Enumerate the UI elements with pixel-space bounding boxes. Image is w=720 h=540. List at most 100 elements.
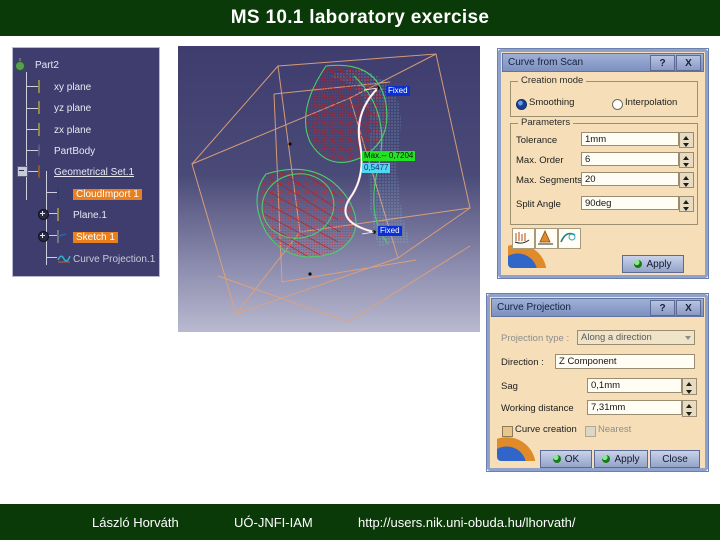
curve-creation-checkbox[interactable]	[502, 426, 513, 437]
help-button[interactable]: ?	[650, 300, 675, 316]
globe-icon	[602, 455, 611, 463]
curve-icon	[57, 253, 71, 265]
tree-item-geometrical-set-1[interactable]: Geometrical Set.1	[38, 163, 134, 181]
tree-expander-geometrical-set[interactable]	[17, 166, 28, 177]
dialog-title: Curve from Scan	[508, 57, 584, 68]
max-order-spinner[interactable]	[679, 152, 694, 168]
tree-connector	[46, 257, 57, 258]
dialog-curve-projection[interactable]: Curve Projection ? X Projection type : A…	[486, 293, 709, 472]
radio-smoothing-label: Smoothing	[529, 97, 575, 108]
direction-field[interactable]: Z Component	[555, 354, 695, 369]
tree-item-sketch-1[interactable]: Sketch 1	[57, 228, 118, 246]
footer-organization: UÓ-JNFI-IAM	[234, 514, 313, 530]
tree-expander-plane1[interactable]	[38, 209, 49, 220]
slide-title-bar: MS 10.1 laboratory exercise	[0, 0, 720, 36]
tolerance-label: Tolerance	[516, 135, 558, 146]
tree-item-yz-plane[interactable]: yz plane	[38, 99, 91, 117]
page-title: MS 10.1 laboratory exercise	[230, 7, 490, 28]
tree-item-partbody[interactable]: PartBody	[38, 142, 95, 160]
dialog-titlebar[interactable]: Curve Projection ? X	[491, 298, 704, 317]
dialog-body: Projection type : Along a direction Dire…	[495, 318, 700, 468]
tolerance-spinner[interactable]	[679, 132, 694, 148]
plane-icon	[57, 208, 70, 221]
tree-item-cloudimport-1[interactable]: CloudImport 1	[57, 185, 142, 203]
apply-button-label: Apply	[614, 453, 640, 465]
specification-tree-panel[interactable]: Part2 xy plane yz plane zx plane PartBod…	[12, 47, 160, 277]
close-dialog-button[interactable]: Close	[650, 450, 700, 468]
dialog-titlebar[interactable]: Curve from Scan ? X	[502, 53, 704, 72]
apply-button[interactable]: Apply	[622, 255, 684, 273]
dialog-curve-from-scan[interactable]: Curve from Scan ? X Creation mode Smooth…	[497, 48, 709, 279]
slide-footer: László Horváth UÓ-JNFI-IAM http://users.…	[0, 504, 720, 540]
radio-interpolation-label: Interpolation	[625, 97, 678, 108]
viewport-annotation-max-deviation: Max.-- 0,7204	[362, 151, 416, 161]
globe-icon	[552, 455, 561, 463]
tree-connector	[26, 86, 38, 87]
scan-segment-icon[interactable]	[535, 228, 558, 249]
viewport-annotation-fixed-bottom: Fixed	[378, 226, 402, 236]
parameters-group-label: Parameters	[518, 117, 574, 128]
plane-icon	[38, 123, 51, 136]
direction-label: Direction :	[501, 357, 544, 368]
tree-item-label: xy plane	[54, 81, 92, 93]
footer-author: László Horváth	[92, 514, 179, 530]
tree-item-label: zx plane	[54, 124, 92, 136]
tree-item-curve-projection-1[interactable]: Curve Projection.1	[57, 250, 155, 268]
tree-expander-sketch1[interactable]	[38, 231, 49, 242]
working-distance-spinner[interactable]	[682, 400, 697, 417]
tree-item-plane-1[interactable]: Plane.1	[57, 206, 107, 224]
tree-item-label: PartBody	[54, 145, 96, 157]
tree-item-xy-plane[interactable]: xy plane	[38, 78, 91, 96]
split-angle-label: Split Angle	[516, 199, 561, 210]
max-segments-field[interactable]: 20	[581, 172, 679, 186]
help-button[interactable]: ?	[650, 55, 675, 71]
curve-creation-label: Curve creation	[515, 424, 577, 435]
viewport-geometry	[191, 53, 471, 323]
footer-url[interactable]: http://users.nik.uni-obuda.hu/lhorvath/	[358, 515, 576, 530]
tree-connector	[26, 108, 38, 109]
close-button[interactable]: X	[676, 55, 701, 71]
viewport-annotation-fixed-top: Fixed	[386, 86, 410, 96]
plane-icon	[38, 80, 51, 93]
working-distance-field[interactable]: 7,31mm	[587, 400, 682, 415]
tree-item-label: Sketch 1	[73, 231, 118, 243]
catia-globe-decoration	[497, 435, 541, 461]
3d-viewport[interactable]: Fixed Max.-- 0,7204 0,5477 Fixed	[178, 46, 480, 332]
sag-label: Sag	[501, 381, 518, 392]
nearest-checkbox[interactable]	[585, 426, 596, 437]
tolerance-field[interactable]: 1mm	[581, 132, 679, 146]
tree-item-label: yz plane	[54, 102, 92, 114]
chevron-down-icon[interactable]	[685, 336, 691, 340]
radio-interpolation[interactable]	[612, 99, 623, 110]
sag-field[interactable]: 0,1mm	[587, 378, 682, 393]
tree-item-label: Part2	[35, 59, 59, 71]
creation-mode-group-label: Creation mode	[518, 75, 587, 86]
sketch-icon	[57, 230, 70, 243]
max-order-field[interactable]: 6	[581, 152, 679, 166]
globe-icon	[634, 260, 643, 268]
scan-smoothing-icon[interactable]	[512, 228, 535, 249]
tree-item-label: Plane.1	[73, 209, 107, 221]
sag-spinner[interactable]	[682, 378, 697, 395]
apply-button-label: Apply	[646, 258, 672, 270]
projection-type-select[interactable]: Along a direction	[577, 330, 695, 345]
plane-icon	[38, 101, 51, 114]
max-segments-spinner[interactable]	[679, 172, 694, 188]
tree-connector	[26, 72, 27, 200]
tree-item-label: CloudImport 1	[73, 188, 142, 200]
geoset-icon	[38, 165, 51, 178]
close-button[interactable]: X	[676, 300, 701, 316]
radio-smoothing[interactable]	[516, 99, 527, 110]
split-angle-field[interactable]: 90deg	[581, 196, 679, 210]
viewport-annotation-mean-deviation: 0,5477	[362, 163, 391, 173]
split-angle-spinner[interactable]	[679, 196, 694, 212]
ok-button-label: OK	[564, 453, 580, 465]
tree-connector	[26, 129, 38, 130]
tree-connector	[26, 150, 38, 151]
ok-button[interactable]: OK	[540, 450, 592, 468]
tree-connector	[46, 192, 57, 193]
tree-item-part2[interactable]: Part2	[19, 56, 59, 74]
apply-button[interactable]: Apply	[594, 450, 648, 468]
scan-curve-icon[interactable]	[558, 228, 581, 249]
tree-item-zx-plane[interactable]: zx plane	[38, 121, 91, 139]
